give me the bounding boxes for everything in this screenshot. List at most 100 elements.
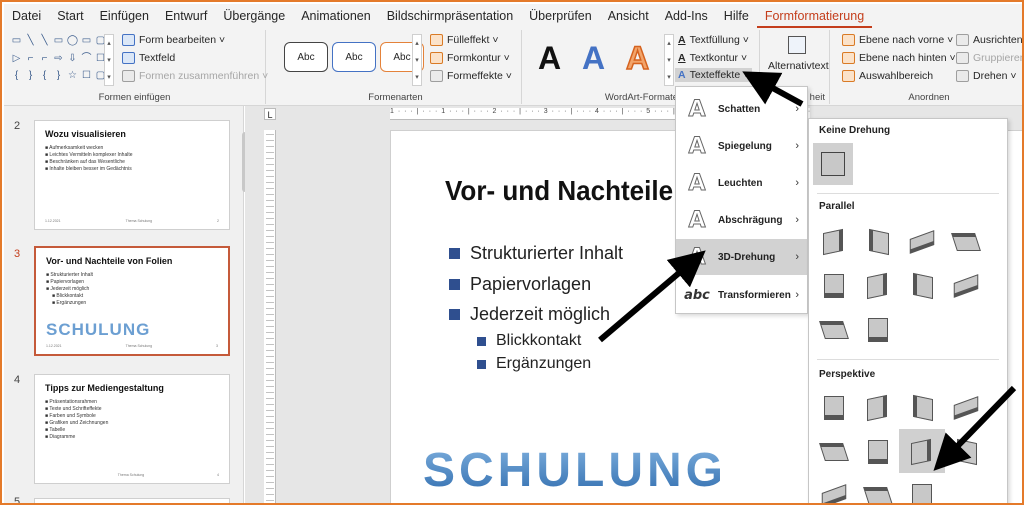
shape-option[interactable]: ☆ <box>66 69 79 86</box>
wordart-scroll[interactable]: ▴ ▾ ▾ <box>664 34 674 86</box>
tab-add-ins[interactable]: Add-Ins <box>657 4 716 28</box>
tab-stop-selector[interactable]: L <box>264 108 276 120</box>
alternativtext-button[interactable]: Alternativtext <box>768 60 829 72</box>
menu-item-3d-drehung[interactable]: A 3D-Drehung › <box>676 239 807 275</box>
shape-option[interactable]: ▭ <box>80 34 93 51</box>
shape-option[interactable]: ⌐ <box>24 52 37 69</box>
shape-option[interactable]: { <box>38 69 51 86</box>
menu-item-transformieren[interactable]: abc Transformieren › <box>676 277 807 313</box>
rotation-preset[interactable] <box>907 437 937 467</box>
vertical-ruler[interactable] <box>264 130 276 503</box>
rotation-preset[interactable] <box>819 481 849 503</box>
shapes-gallery-scroll[interactable]: ▴ ▾ ▾ <box>104 34 114 86</box>
slide-bullet[interactable]: Jederzeit möglich <box>449 304 610 325</box>
tab-bildschirmpraesentation[interactable]: Bildschirmpräsentation <box>379 4 521 28</box>
rotation-preset[interactable] <box>863 437 893 467</box>
shape-option[interactable]: { <box>10 69 23 86</box>
rotation-preset[interactable] <box>863 481 893 503</box>
shape-option[interactable]: } <box>52 69 65 86</box>
rotation-preset[interactable] <box>951 437 981 467</box>
tab-einfuegen[interactable]: Einfügen <box>92 4 157 28</box>
shapes-gallery[interactable]: ▭ ╲ ╲ ▭ ◯ ▭ ▢ ▷ ⌐ ⌐ ⇨ ⇩ ⌒ ☐{}{} ☆ ☐ ▢ <box>10 34 105 86</box>
slide-thumbnail-5[interactable] <box>34 498 230 503</box>
rotation-preset[interactable] <box>863 315 893 345</box>
formen-zusammenfuehren-button[interactable]: Formen zusammenführen ˅ <box>122 70 268 82</box>
cube-preset-icon <box>819 321 849 339</box>
gruppieren-button[interactable]: Gruppieren ˅ <box>956 52 1022 64</box>
textfuellung-button[interactable]: A Textfüllung ˅ <box>678 34 749 46</box>
cube-preset-icon <box>867 272 887 300</box>
shape-option[interactable]: ▭ <box>10 34 23 51</box>
shape-option[interactable]: ☐ <box>80 69 93 86</box>
wordart-style-blue[interactable]: A <box>582 40 605 77</box>
shape-option[interactable]: ⌐ <box>38 52 51 69</box>
rotation-preset[interactable] <box>951 393 981 423</box>
tab-datei[interactable]: Datei <box>4 4 49 28</box>
shape-option[interactable]: } <box>24 69 37 86</box>
shape-option[interactable]: ╲ <box>24 34 37 51</box>
slide-thumbnail-2[interactable]: Wozu visualisieren ■ Aufmerksamkeit weck… <box>34 120 230 230</box>
rotation-preset[interactable] <box>819 271 849 301</box>
shape-option[interactable]: ◯ <box>66 34 79 51</box>
shape-style-2[interactable]: Abc <box>332 42 376 72</box>
formeffekte-button[interactable]: Formeffekte ˅ <box>430 70 512 82</box>
tab-ansicht[interactable]: Ansicht <box>600 4 657 28</box>
rotation-preset[interactable] <box>863 393 893 423</box>
thumb-line: ■ Strukturierter Inhalt <box>46 272 93 278</box>
shape-option[interactable]: ▭ <box>52 34 65 51</box>
wordart-style-orange[interactable]: A <box>625 39 650 77</box>
slide-bullet[interactable]: Papiervorlagen <box>449 274 591 295</box>
shape-option[interactable]: ▷ <box>10 52 23 69</box>
menu-item-leuchten[interactable]: A Leuchten › <box>676 165 807 201</box>
rotation-preset[interactable] <box>951 271 981 301</box>
ausrichten-button[interactable]: Ausrichten ˅ <box>956 34 1022 46</box>
slide-bullet[interactable]: Strukturierter Inhalt <box>449 243 623 264</box>
ebene-nach-hinten-button[interactable]: Ebene nach hinten ˅ <box>842 52 956 64</box>
rotation-preset[interactable] <box>907 393 937 423</box>
textfeld-button[interactable]: Textfeld <box>122 52 175 64</box>
rotation-preset[interactable] <box>863 227 893 257</box>
shape-option[interactable]: ⇩ <box>66 52 79 69</box>
shape-option[interactable]: ⇨ <box>52 52 65 69</box>
menu-item-spiegelung[interactable]: A Spiegelung › <box>676 128 807 164</box>
shape-option[interactable]: ╲ <box>38 34 51 51</box>
form-bearbeiten-button[interactable]: Form bearbeiten ˅ <box>122 34 225 46</box>
drehen-button[interactable]: Drehen ˅ <box>956 70 1017 82</box>
rotation-preset[interactable] <box>819 315 849 345</box>
slide-thumbnail-3[interactable]: Vor- und Nachteile von Folien ■ Struktur… <box>34 246 230 356</box>
rotation-preset[interactable] <box>907 481 937 503</box>
tab-start[interactable]: Start <box>49 4 91 28</box>
rotation-preset[interactable] <box>907 227 937 257</box>
shape-style-1[interactable]: Abc <box>284 42 328 72</box>
rotation-preset[interactable] <box>819 393 849 423</box>
tab-entwurf[interactable]: Entwurf <box>157 4 215 28</box>
rotation-preset[interactable] <box>863 271 893 301</box>
rotation-preset[interactable] <box>951 227 981 257</box>
textkontur-button[interactable]: A Textkontur ˅ <box>678 52 747 64</box>
fuelleffekt-button[interactable]: Fülleffekt ˅ <box>430 34 498 46</box>
slide-wordart-logo[interactable]: SCHULUNG <box>423 443 727 498</box>
tab-animationen[interactable]: Animationen <box>293 4 379 28</box>
shape-option[interactable]: ⌒ <box>80 52 93 69</box>
formkontur-button[interactable]: Formkontur ˅ <box>430 52 510 64</box>
auswahlbereich-button[interactable]: Auswahlbereich <box>842 70 933 82</box>
tab-hilfe[interactable]: Hilfe <box>716 4 757 28</box>
texteffekte-button[interactable]: A Texteffekte ˅ <box>675 68 753 82</box>
slide-thumbnail-4[interactable]: Tipps zur Mediengestaltung ■ Präsentatio… <box>34 374 230 484</box>
tab-formformatierung[interactable]: Formformatierung <box>756 4 873 28</box>
wordart-style-black[interactable]: A <box>538 40 561 77</box>
cube-preset-icon <box>863 487 893 503</box>
menu-item-schatten[interactable]: A Schatten › <box>676 91 807 127</box>
rotation-preset[interactable] <box>819 437 849 467</box>
slide-subbullet[interactable]: Ergänzungen <box>477 355 591 373</box>
slide-title[interactable]: Vor- und Nachteile <box>445 175 673 207</box>
tab-ueberpruefen[interactable]: Überprüfen <box>521 4 600 28</box>
tab-uebergaenge[interactable]: Übergänge <box>215 4 293 28</box>
menu-item-abschraegung[interactable]: A Abschrägung › <box>676 202 807 238</box>
ebene-nach-vorne-button[interactable]: Ebene nach vorne ˅ <box>842 34 953 46</box>
slide-subbullet[interactable]: Blickkontakt <box>477 332 581 350</box>
shape-styles-scroll[interactable]: ▴ ▾ ▾ <box>412 34 422 86</box>
rotation-preset[interactable] <box>907 271 937 301</box>
no-rotation-option[interactable] <box>813 143 853 185</box>
rotation-preset[interactable] <box>819 227 849 257</box>
